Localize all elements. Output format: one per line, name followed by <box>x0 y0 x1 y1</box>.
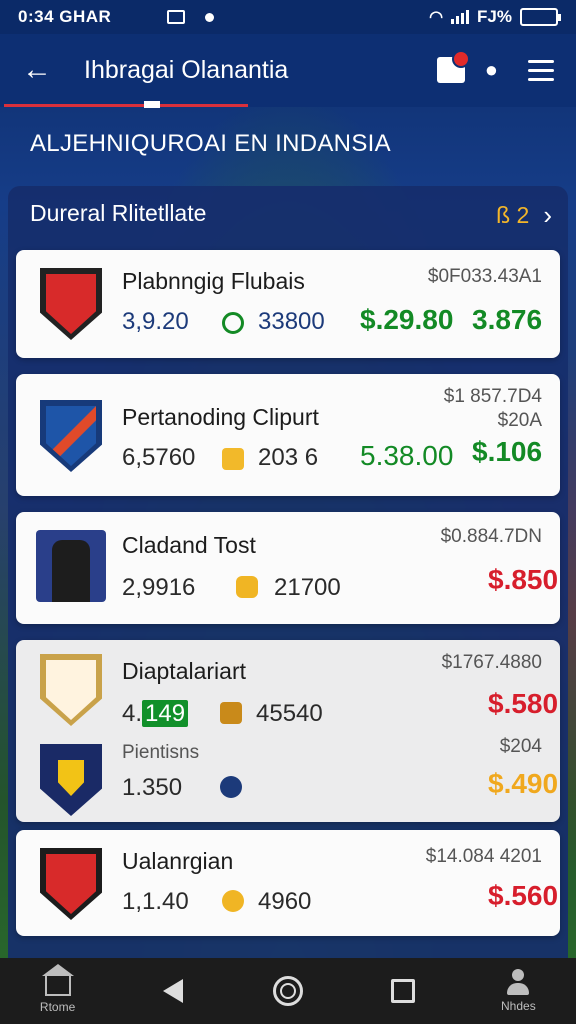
list-item[interactable]: Cladand Tost $0.884.7DN 2,9916 21700 $.8… <box>16 512 560 624</box>
item-stat-2: 203 6 <box>258 444 319 471</box>
app-bar: ← Ihbragai Olanantia ● <box>0 34 576 106</box>
shopping-bag-icon[interactable] <box>436 50 470 83</box>
list-item[interactable]: Plabnngig Flubais $0F033.43A1 3,9.20 338… <box>16 250 560 358</box>
item-price: $.850 <box>488 564 559 595</box>
wifi-icon: ◠ <box>429 9 444 26</box>
shield-icon <box>222 312 244 334</box>
recents-icon <box>391 979 416 1003</box>
eagle-icon <box>220 702 242 724</box>
home-icon <box>41 964 74 996</box>
menu-icon[interactable] <box>528 59 554 81</box>
team-crest-icon <box>40 268 102 340</box>
person-icon <box>505 969 531 995</box>
section-title: ALJEHNIQUROAI EN INDANSIA <box>30 130 391 157</box>
trophy-crest-icon <box>40 654 102 726</box>
chevron-right-icon: › <box>543 200 552 230</box>
flame-crest-icon <box>40 848 102 920</box>
item-price: $.560 <box>488 880 559 911</box>
notification-dot-icon <box>205 12 215 22</box>
item-price: 5.38.00 <box>360 440 454 471</box>
item-sub-stat: 1.350 <box>122 774 183 801</box>
system-nav-bar: Rtome Nhdes <box>0 958 576 1024</box>
item-price-2: $.106 <box>472 436 543 467</box>
badge-icon <box>222 448 244 470</box>
team-crest-icon <box>40 400 102 472</box>
nav-home-circle[interactable] <box>240 976 336 1006</box>
player-photo <box>36 530 106 602</box>
item-name: Diaptalariart <box>122 658 246 684</box>
item-meta: $1 857.7D4 <box>443 386 542 407</box>
home-circle-icon <box>272 976 303 1006</box>
panel-title: Dureral Rlitetllate <box>30 200 207 226</box>
item-meta: $0.884.7DN <box>440 526 542 547</box>
item-name: Cladand Tost <box>122 532 256 558</box>
item-stat-2: 4960 <box>258 888 312 915</box>
nav-recents[interactable] <box>355 979 451 1003</box>
panel-badge: ß 2 <box>496 202 530 228</box>
nav-home-label: Rtome <box>39 1000 76 1014</box>
item-price-2: 3.876 <box>472 304 543 335</box>
nav-profile[interactable]: Nhdes <box>470 969 566 1013</box>
item-price: $.29.80 <box>360 304 454 335</box>
item-stat-2: 21700 <box>274 574 341 601</box>
back-triangle-icon <box>162 979 183 1003</box>
item-stat: 3,9.20 <box>122 308 189 335</box>
list-item[interactable]: Pertanoding Clipurt $1 857.7D4 $20A 6,57… <box>16 374 560 496</box>
item-name: Plabnngig Flubais <box>122 268 305 294</box>
item-stat: 6,5760 <box>122 444 196 471</box>
item-name: Ualanrgian <box>122 848 234 874</box>
ball-icon <box>220 776 242 798</box>
trophy-icon <box>222 890 244 912</box>
status-bar: 0:34 GHAR ◠ FJ% <box>0 0 576 34</box>
signal-icon <box>451 10 470 24</box>
status-time: 0:34 GHAR <box>18 7 112 26</box>
item-stat-2: 33800 <box>258 308 325 335</box>
item-name: Pertanoding Clipurt <box>122 404 319 430</box>
item-stat-highlight: 149 <box>142 700 189 727</box>
back-arrow-icon[interactable]: ← <box>22 53 62 87</box>
item-sub-price: $.490 <box>488 768 559 799</box>
item-meta: $14.084 4201 <box>425 846 542 867</box>
nav-profile-label: Nhdes <box>501 999 536 1013</box>
nav-back[interactable] <box>125 979 221 1003</box>
battery-icon <box>520 8 561 26</box>
search-icon[interactable]: ● <box>485 57 498 83</box>
item-meta-2: $20A <box>497 410 542 431</box>
app-title: Ihbragai Olanantia <box>84 55 289 84</box>
item-sub-meta: $204 <box>499 736 542 757</box>
coin-icon <box>236 576 258 598</box>
panel-more-button[interactable]: ß 2 › <box>496 200 552 231</box>
notification-icon <box>167 10 186 24</box>
list-item[interactable]: Diaptalariart $1767.4880 4. 149 45540 $.5… <box>16 640 560 822</box>
item-meta: $0F033.43A1 <box>427 266 542 287</box>
item-meta: $1767.4880 <box>441 652 542 673</box>
nav-home[interactable]: Rtome <box>10 964 106 1014</box>
item-stat: 1,1.40 <box>122 888 189 915</box>
item-stat: 2,9916 <box>122 574 196 601</box>
item-stat: 4. <box>122 700 143 727</box>
list-item[interactable]: Ualanrgian $14.084 4201 1,1.40 4960 $.56… <box>16 830 560 936</box>
eagle-crest-icon <box>40 744 102 816</box>
item-price: $.580 <box>488 688 559 719</box>
battery-percent: FJ% <box>477 7 512 26</box>
tab-indicator <box>0 101 576 108</box>
item-stat-2: 45540 <box>256 700 323 727</box>
item-sub-name: Pientisns <box>122 742 200 763</box>
